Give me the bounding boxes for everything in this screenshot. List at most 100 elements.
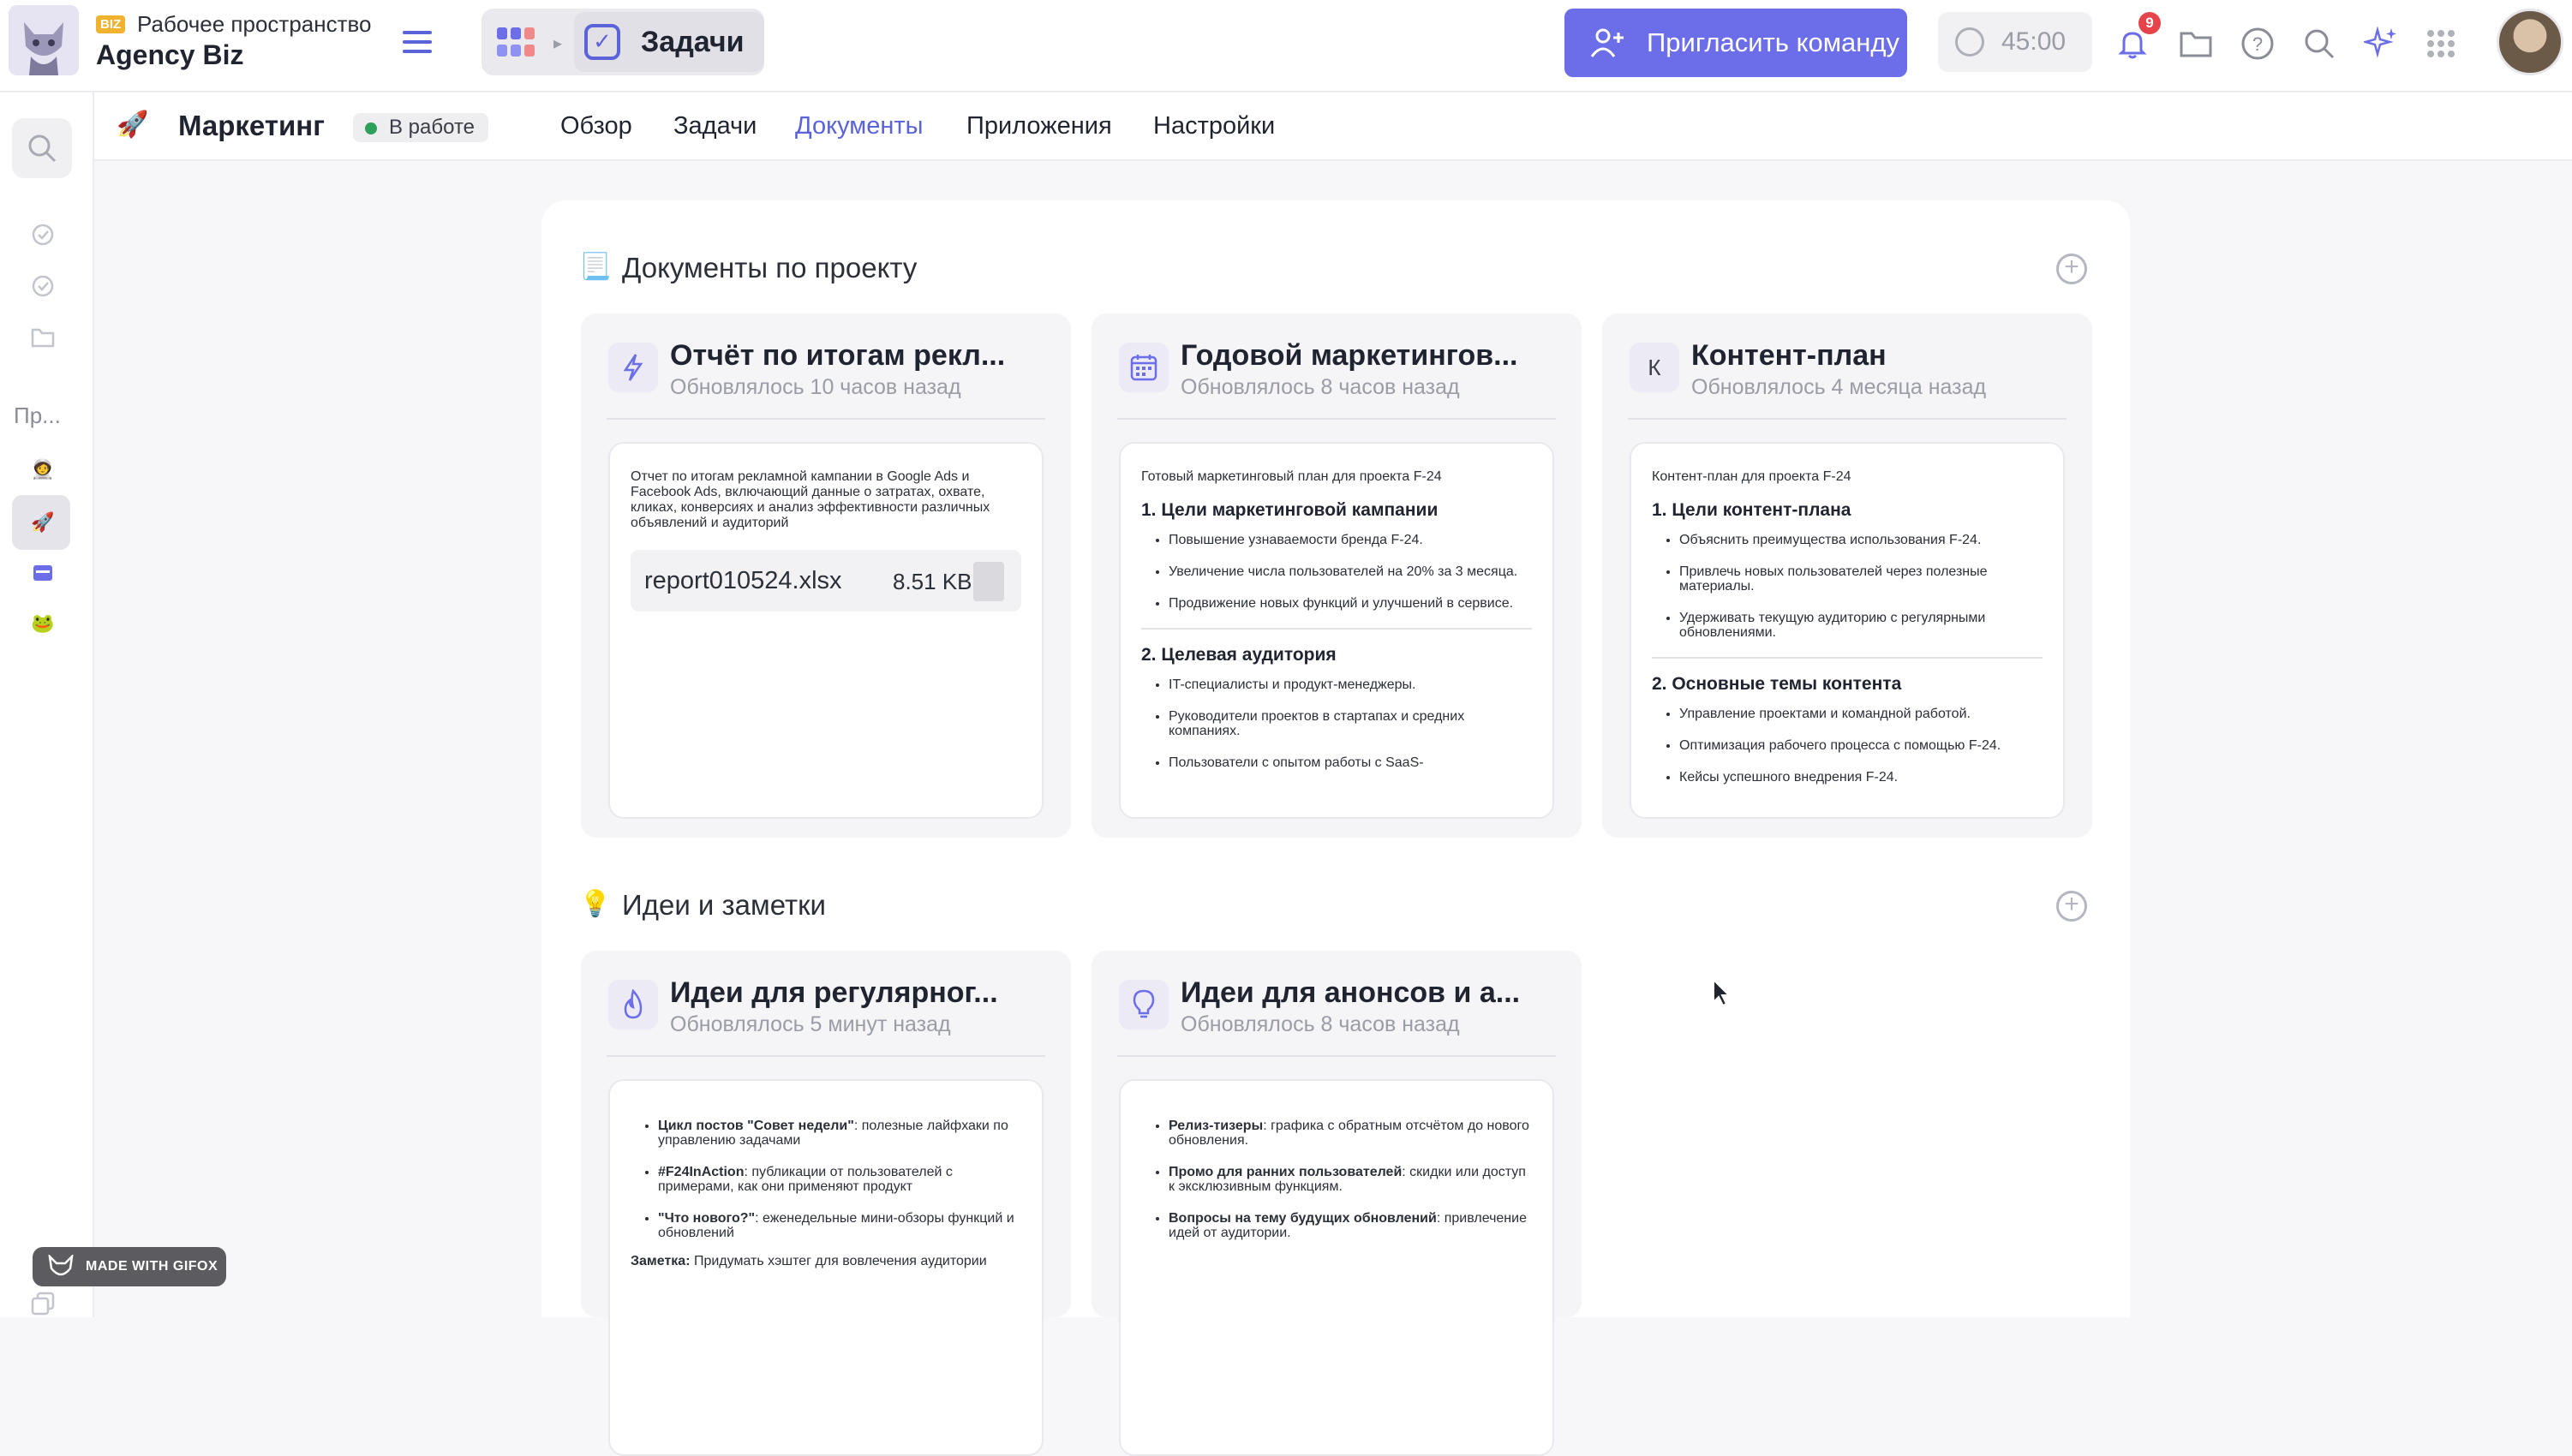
add-note-icon[interactable]: +	[2056, 891, 2087, 922]
calendar-icon	[1119, 343, 1169, 392]
divider	[1117, 1055, 1556, 1057]
folder-icon[interactable]	[2176, 24, 2216, 63]
rail-project-rocket-icon[interactable]: 🚀	[26, 505, 60, 540]
top-bar: BIZ Рабочее пространство Agency Biz ▸ ✓ …	[0, 0, 2572, 92]
document-card[interactable]: Годовой маркетингов... Обновлялось 8 час…	[1092, 313, 1582, 838]
tab-apps[interactable]: Приложения	[966, 112, 1112, 140]
rail-project-calendar-icon[interactable]	[26, 555, 60, 589]
list-item: Управление проектами и командной работой…	[1679, 707, 2043, 721]
section-title-documents: Документы по проекту	[622, 252, 918, 283]
note-preview[interactable]: Цикл постов "Совет недели": полезные лай…	[608, 1079, 1044, 1456]
card-updated: Обновлялось 10 часов назад	[670, 375, 961, 399]
file-size: 8.51 KB	[893, 569, 972, 594]
tab-settings[interactable]: Настройки	[1153, 112, 1275, 140]
list-item: Пользователи с опытом работы с SaaS-	[1169, 755, 1532, 770]
divider	[1628, 418, 2067, 420]
card-updated: Обновлялось 8 часов назад	[1181, 1012, 1460, 1036]
list-item: Кейсы успешного внедрения F-24.	[1679, 770, 2043, 785]
sparkles-icon[interactable]	[2361, 24, 2401, 63]
scroll-icon: 📃	[579, 253, 612, 281]
workspace-label: Рабочее пространство	[137, 11, 372, 37]
note-card[interactable]: Идеи для анонсов и а... Обновлялось 8 ча…	[1092, 951, 1582, 1456]
list-item: Релиз-тизеры: графика с обратным отсчёто…	[1169, 1119, 1532, 1148]
rail-folder-icon[interactable]	[26, 320, 60, 355]
gifox-label: MADE WITH GIFOX	[86, 1259, 218, 1274]
project-header: 🚀 Маркетинг В работе Обзор Задачи Докуме…	[94, 92, 2572, 161]
divider	[1117, 418, 1556, 420]
rail-search-button[interactable]	[12, 118, 72, 178]
project-status-badge[interactable]: В работе	[353, 113, 489, 142]
card-updated: Обновлялось 5 минут назад	[670, 1012, 951, 1036]
list-item: Повышение узнаваемости бренда F-24.	[1169, 533, 1532, 547]
documents-panel: 📃 Документы по проекту + Отчёт по итогам…	[541, 200, 2130, 1456]
rail-my-tasks-icon[interactable]	[26, 218, 60, 252]
invite-team-label: Пригласить команду	[1647, 27, 1899, 57]
file-name: report010524.xlsx	[644, 567, 842, 594]
timer-value: 45:00	[2001, 27, 2067, 56]
document-card[interactable]: К Контент-план Обновлялось 4 месяца наза…	[1602, 313, 2092, 838]
card-updated: Обновлялось 8 часов назад	[1181, 375, 1460, 399]
list-item: "Что нового?": еженедельные мини-обзоры …	[658, 1211, 1021, 1240]
note-text: Заметка: Придумать хэштег для вовлечения…	[631, 1254, 987, 1268]
rail-assigned-tasks-icon[interactable]	[26, 269, 60, 303]
document-preview[interactable]: Контент-план для проекта F-24 1. Цели ко…	[1630, 442, 2065, 819]
user-plus-icon	[1590, 28, 1624, 57]
card-updated: Обновлялось 4 месяца назад	[1691, 375, 1987, 399]
project-title: Маркетинг	[178, 110, 325, 141]
left-rail: Пр... 🧑‍🚀 🚀 🐸	[0, 92, 94, 1317]
breadcrumb-tasks[interactable]: ✓ Задачи	[574, 12, 764, 72]
apps-grid-icon[interactable]	[482, 9, 550, 75]
timer-widget[interactable]: 45:00	[1938, 12, 2092, 72]
workspace-plan-badge: BIZ	[96, 15, 126, 33]
notifications-count-badge: 9	[2138, 12, 2161, 34]
divider	[1652, 657, 2043, 659]
list-item: #F24InAction: публикации от пользователе…	[658, 1165, 1021, 1194]
file-icon	[973, 562, 1004, 601]
preview-intro: Контент-план для проекта F-24	[1652, 469, 1851, 484]
list-item: Промо для ранних пользователей: скидки и…	[1169, 1165, 1532, 1194]
note-preview[interactable]: Релиз-тизеры: графика с обратным отсчёто…	[1119, 1079, 1554, 1456]
add-document-icon[interactable]: +	[2056, 254, 2087, 284]
help-icon[interactable]: ?	[2238, 24, 2277, 63]
rail-copy-icon[interactable]	[26, 1286, 60, 1321]
menu-icon[interactable]	[399, 26, 434, 60]
divider	[607, 418, 1045, 420]
rail-projects-label: Пр...	[14, 403, 61, 428]
document-preview[interactable]: Отчет по итогам рекламной кампании в Goo…	[608, 442, 1044, 819]
gifox-logo-icon	[48, 1255, 74, 1276]
list-item: Цикл постов "Совет недели": полезные лай…	[658, 1119, 1021, 1148]
search-icon	[28, 134, 57, 163]
list-item: Продвижение новых функций и улучшений в …	[1169, 596, 1532, 611]
user-avatar[interactable]	[2497, 9, 2563, 75]
document-card[interactable]: Отчёт по итогам рекл... Обновлялось 10 ч…	[581, 313, 1071, 838]
divider	[607, 1055, 1045, 1057]
lightbulb-icon	[1119, 980, 1169, 1029]
file-attachment[interactable]: report010524.xlsx 8.51 KB	[631, 550, 1021, 612]
flame-icon	[608, 980, 658, 1029]
list-item: Объяснить преимущества использования F-2…	[1679, 533, 2043, 547]
workspace-logo[interactable]	[9, 5, 79, 75]
list-item: Вопросы на тему будущих обновлений: прив…	[1169, 1211, 1532, 1240]
rail-project-astronaut-icon[interactable]: 🧑‍🚀	[26, 452, 60, 486]
list-item: Удерживать текущую аудиторию с регулярны…	[1679, 611, 2043, 640]
tab-tasks[interactable]: Задачи	[673, 112, 757, 140]
divider	[1141, 628, 1532, 630]
note-card[interactable]: Идеи для регулярног... Обновлялось 5 мин…	[581, 951, 1071, 1456]
list-item: Привлечь новых пользователей через полез…	[1679, 564, 2043, 594]
list-item: Руководители проектов в стартапах и сред…	[1169, 709, 1532, 738]
grid-dots-icon[interactable]	[2421, 24, 2461, 63]
card-title: Годовой маркетингов...	[1181, 339, 1518, 372]
invite-team-button[interactable]: Пригласить команду	[1564, 9, 1907, 77]
stopwatch-icon	[1955, 27, 1984, 57]
rail-project-frog-icon[interactable]: 🐸	[26, 606, 60, 641]
svg-text:?: ?	[2252, 33, 2263, 55]
list-item: Увеличение числа пользователей на 20% за…	[1169, 564, 1532, 579]
document-preview[interactable]: Готовый маркетинговый план для проекта F…	[1119, 442, 1554, 819]
chevron-right-icon: ▸	[553, 34, 563, 53]
checkbox-icon: ✓	[584, 24, 620, 60]
tab-documents[interactable]: Документы	[795, 112, 924, 140]
gifox-watermark: MADE WITH GIFOX	[33, 1247, 226, 1286]
tab-overview[interactable]: Обзор	[560, 112, 632, 140]
search-icon[interactable]	[2300, 24, 2339, 63]
workspace-name[interactable]: Agency Biz	[96, 39, 243, 71]
